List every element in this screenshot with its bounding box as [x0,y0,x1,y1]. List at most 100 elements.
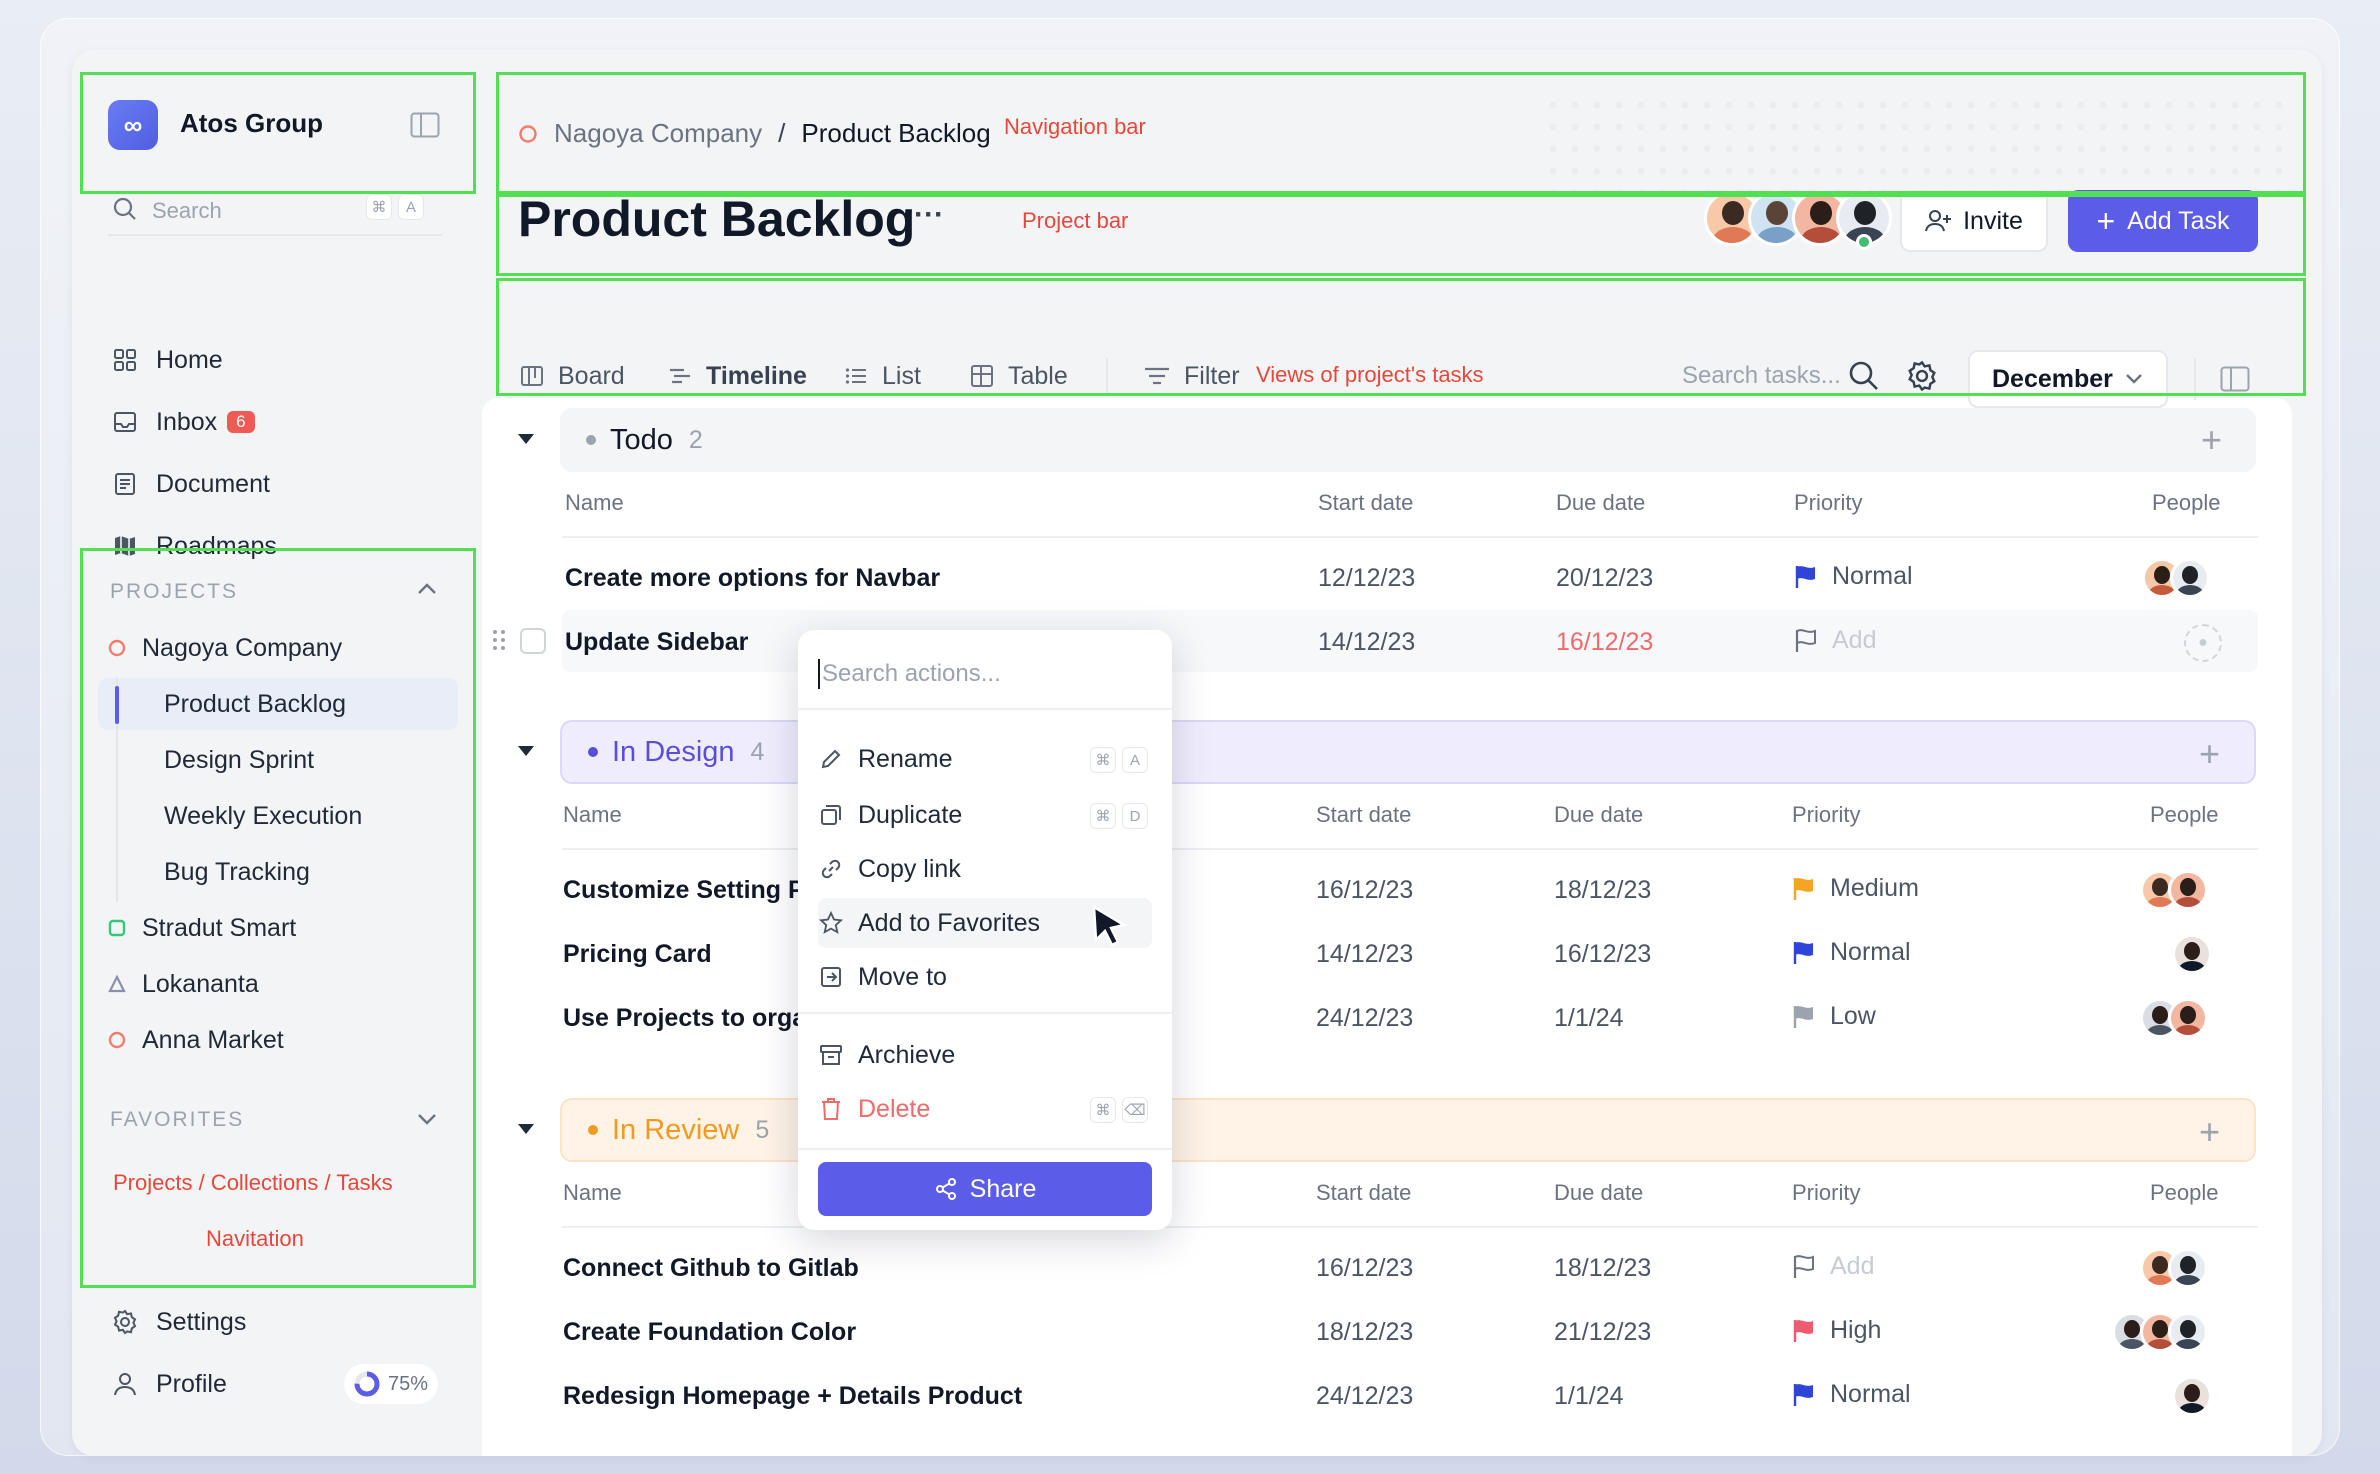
collapse-in-review-icon[interactable] [518,1124,534,1134]
share-button[interactable]: Share [818,1162,1152,1216]
menu-item-rename[interactable]: Rename ⌘ A [818,734,1152,784]
task-name[interactable]: Customize Setting Pa [563,876,819,905]
task-priority[interactable]: Normal [1794,562,1913,591]
sub-project-bug-tracking[interactable]: Bug Tracking [164,846,310,898]
col-header-start: Start date [1318,490,1414,515]
project-lokananta[interactable]: Lokananta [108,958,259,1010]
task-due-date: 18/12/23 [1554,1254,1652,1282]
dot-pattern [1542,94,2282,204]
menu-search-placeholder: Search actions... [822,660,1001,687]
status-dot [588,1125,598,1135]
task-name[interactable]: Create more options for Navbar [565,564,940,593]
sidebar-item-roadmaps[interactable]: Roadmaps [110,520,277,572]
map-icon [110,531,140,561]
sidebar-item-profile[interactable]: Profile [110,1358,227,1410]
add-person-icon[interactable]: ● [2184,624,2222,662]
task-name[interactable]: Use Projects to orgar [563,1004,816,1033]
share-icon [934,1177,958,1201]
panel-toggle-icon[interactable] [2220,366,2250,392]
sidebar-search[interactable]: Search ⌘ A [108,186,442,236]
collapse-in-design-icon[interactable] [518,746,534,756]
task-name[interactable]: Create Foundation Color [563,1318,856,1347]
add-to-group-icon[interactable]: + [2199,1112,2220,1152]
tab-list[interactable]: List [844,350,921,402]
flag-icon [1792,876,1816,902]
tab-board[interactable]: Board [520,350,625,402]
add-to-group-icon[interactable]: + [2201,420,2222,460]
workspace-name: Atos Group [180,108,323,138]
menu-item-label: Copy link [858,854,961,883]
search-input[interactable]: Search [152,198,222,224]
add-task-button[interactable]: + Add Task [2068,190,2258,252]
menu-item-delete[interactable]: Delete ⌘ ⌫ [818,1084,1152,1134]
task-priority[interactable]: Add [1792,1252,1874,1281]
task-name[interactable]: Pricing Card [563,940,712,969]
task-people[interactable] [2140,870,2208,910]
menu-item-label: Add to Favorites [858,908,1041,937]
project-label: Nagoya Company [142,633,343,662]
tab-divider [1106,358,1108,396]
circle-marker-icon [108,1031,126,1049]
priority-label: Add [1832,626,1877,654]
task-priority[interactable]: Add [1794,626,1876,655]
task-people[interactable] [2142,558,2210,598]
sidebar-item-document[interactable]: Document [110,458,270,510]
sub-project-weekly-execution[interactable]: Weekly Execution [164,790,362,842]
task-people[interactable] [2112,1312,2208,1352]
more-options-icon[interactable]: ··· [914,198,944,232]
tab-table[interactable]: Table [970,350,1068,402]
sidebar-item-home[interactable]: Home [110,334,223,386]
task-name[interactable]: Redesign Homepage + Details Product [563,1382,1022,1411]
task-priority[interactable]: High [1792,1316,1881,1345]
workspace-switcher[interactable]: ∞ [108,100,158,150]
task-name[interactable]: Connect Github to Gitlab [563,1254,859,1283]
trash-icon [818,1097,844,1121]
menu-item-move-to[interactable]: Move to [818,952,1152,1002]
task-priority[interactable]: Normal [1792,1380,1911,1409]
flag-icon [1792,940,1816,966]
sidebar-toggle-icon[interactable] [410,112,440,138]
month-select[interactable]: December [1968,350,2168,408]
project-nagoya-company[interactable]: Nagoya Company [108,622,342,674]
task-start-date: 24/12/23 [1316,1004,1414,1032]
chevron-up-icon[interactable] [416,582,438,596]
add-to-group-icon[interactable]: + [2199,734,2220,774]
view-settings-icon[interactable] [1906,360,1938,392]
sub-project-design-sprint[interactable]: Design Sprint [164,734,314,786]
progress-ring-icon [354,1371,380,1397]
invite-button[interactable]: Invite [1900,190,2048,252]
row-checkbox[interactable] [520,628,546,654]
sidebar-item-label: Document [156,469,270,498]
sub-project-product-backlog[interactable]: Product Backlog [164,678,346,730]
collapse-todo-icon[interactable] [518,434,534,444]
task-people[interactable] [2140,1248,2208,1288]
drag-handle-icon[interactable] [492,628,506,652]
menu-search-input[interactable]: Search actions... [818,650,1152,698]
task-name[interactable]: Update Sidebar [565,628,748,657]
project-stradut-smart[interactable]: Stradut Smart [108,902,296,954]
project-anna-market[interactable]: Anna Market [108,1014,284,1066]
filter-button[interactable]: Filter [1144,350,1240,402]
tab-timeline[interactable]: Timeline [668,350,807,402]
chevron-down-icon[interactable] [416,1112,438,1126]
task-search-input[interactable]: Search tasks... [1682,362,1841,390]
sidebar-item-inbox[interactable]: Inbox 6 [110,396,255,448]
search-icon[interactable] [1848,360,1880,392]
task-people[interactable] [2172,1376,2212,1416]
col-header-start: Start date [1316,1180,1412,1205]
menu-item-duplicate[interactable]: Duplicate ⌘ D [818,790,1152,840]
task-priority[interactable]: Medium [1792,874,1919,903]
menu-item-copy-link[interactable]: Copy link [818,844,1152,894]
sidebar-item-settings[interactable]: Settings [110,1296,246,1348]
group-count: 2 [688,425,703,454]
progress-value: 75% [388,1372,429,1395]
breadcrumb-parent[interactable]: Nagoya Company [554,118,762,149]
plus-icon: + [2096,203,2116,239]
task-priority[interactable]: Low [1792,1002,1876,1031]
inbox-count-badge: 6 [227,411,255,433]
task-priority[interactable]: Normal [1792,938,1911,967]
view-divider [2194,358,2196,400]
task-people[interactable] [2172,934,2212,974]
menu-item-archive[interactable]: Archieve [818,1030,1152,1080]
task-people[interactable] [2140,998,2208,1038]
